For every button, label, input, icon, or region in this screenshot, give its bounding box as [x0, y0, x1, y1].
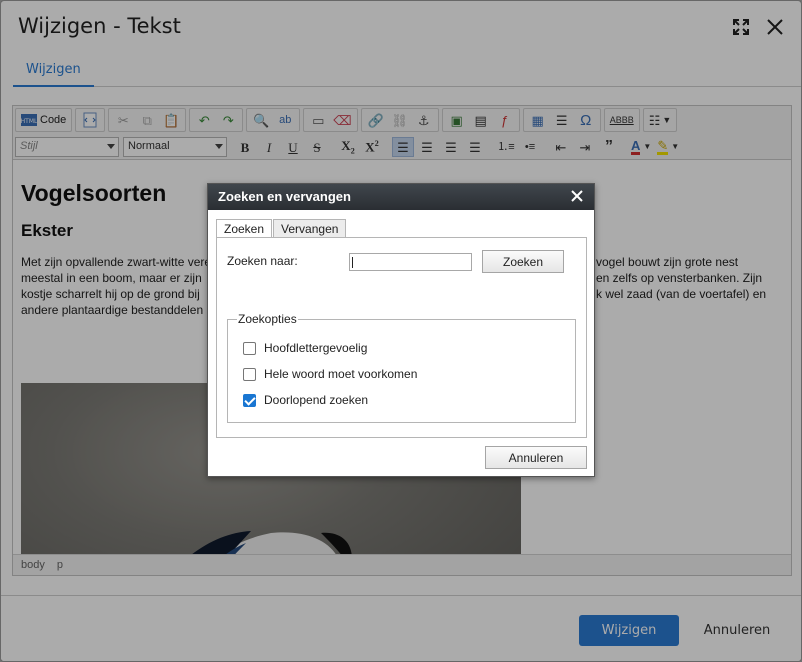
option-label: Hoofdlettergevoelig — [264, 341, 368, 355]
find-input[interactable] — [349, 253, 472, 271]
find-button[interactable]: Zoeken — [482, 250, 564, 273]
find-tab-panel: Zoeken naar: Zoeken Zoekopties Hoofdlett… — [216, 237, 587, 438]
find-label: Zoeken naar: — [227, 254, 298, 268]
find-dialog-title: Zoeken en vervangen — [218, 189, 351, 204]
option-wrap-search[interactable]: Doorlopend zoeken — [243, 393, 368, 407]
search-options-fieldset: Zoekopties Hoofdlettergevoelig Hele woor… — [227, 312, 576, 423]
tab-zoeken[interactable]: Zoeken — [216, 219, 273, 239]
find-dialog-tabs: Zoeken Vervangen — [216, 219, 347, 239]
search-options-legend: Zoekopties — [237, 312, 298, 326]
tab-vervangen[interactable]: Vervangen — [273, 219, 347, 238]
option-whole-word[interactable]: Hele woord moet voorkomen — [243, 367, 417, 381]
checkbox-whole-word[interactable] — [243, 367, 256, 381]
find-cancel-button[interactable]: Annuleren — [485, 446, 587, 469]
checkbox-wrap-search[interactable] — [243, 393, 256, 407]
option-label: Doorlopend zoeken — [264, 393, 369, 407]
find-replace-dialog: Zoeken en vervangen Zoeken Vervangen Zoe… — [207, 183, 595, 477]
find-dialog-title-bar: Zoeken en vervangen — [208, 184, 594, 210]
option-case-sensitive[interactable]: Hoofdlettergevoelig — [243, 341, 367, 355]
option-label: Hele woord moet voorkomen — [264, 367, 418, 381]
checkbox-case-sensitive[interactable] — [243, 341, 256, 355]
close-icon[interactable] — [570, 189, 584, 203]
text-cursor — [352, 257, 353, 268]
